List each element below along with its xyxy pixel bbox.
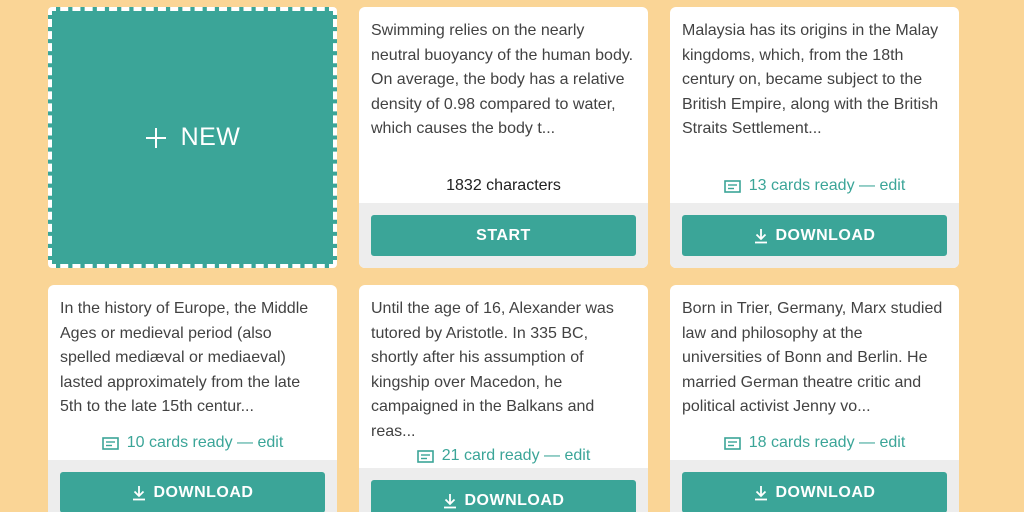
character-count: 1832 characters — [446, 177, 561, 194]
text-card: Until the age of 16, Alexander was tutor… — [359, 285, 648, 512]
card-text: In the history of Europe, the Middle Age… — [60, 300, 309, 415]
card-text: Swimming relies on the nearly neutral bu… — [371, 22, 634, 137]
cards-grid: NEW Swimming relies on the nearly neutra… — [0, 0, 1024, 512]
card-text: Malaysia has its origins in the Malay ki… — [682, 22, 939, 137]
start-button-label: START — [476, 226, 531, 244]
download-button[interactable]: DOWNLOAD — [371, 480, 636, 512]
text-card: Swimming relies on the nearly neutral bu… — [359, 7, 648, 268]
card-list-icon — [101, 436, 119, 450]
download-icon — [754, 228, 768, 244]
cards-ready-label: 18 cards ready — edit — [748, 434, 906, 451]
download-button-label: DOWNLOAD — [775, 483, 876, 501]
card-footer: DOWNLOAD — [670, 203, 959, 268]
card-meta: 1832 characters — [359, 169, 648, 203]
card-list-icon — [723, 179, 741, 193]
card-footer: DOWNLOAD — [48, 460, 337, 512]
download-icon — [754, 485, 768, 501]
download-button[interactable]: DOWNLOAD — [60, 472, 325, 512]
cards-ready-link[interactable]: 18 cards ready — edit — [670, 426, 959, 460]
download-button[interactable]: DOWNLOAD — [682, 472, 947, 512]
cards-ready-link[interactable]: 21 card ready — edit — [359, 444, 648, 468]
download-button-label: DOWNLOAD — [464, 491, 565, 509]
card-text: Until the age of 16, Alexander was tutor… — [371, 300, 614, 440]
card-text: Born in Trier, Germany, Marx studied law… — [682, 300, 943, 415]
text-card: Malaysia has its origins in the Malay ki… — [670, 7, 959, 268]
download-button-label: DOWNLOAD — [775, 226, 876, 244]
card-footer: DOWNLOAD — [670, 460, 959, 512]
download-icon — [132, 485, 146, 501]
card-list-icon — [416, 449, 434, 463]
cards-ready-link[interactable]: 13 cards ready — edit — [670, 169, 959, 203]
cards-ready-label: 13 cards ready — edit — [748, 177, 906, 194]
new-card-label: NEW — [180, 123, 241, 151]
download-icon — [443, 493, 457, 509]
plus-icon — [145, 127, 167, 149]
cards-ready-label: 21 card ready — edit — [441, 447, 591, 464]
download-button[interactable]: DOWNLOAD — [682, 215, 947, 256]
card-footer: START — [359, 203, 648, 268]
card-list-icon — [723, 436, 741, 450]
text-card: Born in Trier, Germany, Marx studied law… — [670, 285, 959, 512]
download-button-label: DOWNLOAD — [153, 483, 254, 501]
card-footer: DOWNLOAD — [359, 468, 648, 512]
start-button[interactable]: START — [371, 215, 636, 256]
new-card-button[interactable]: NEW — [48, 7, 337, 268]
cards-ready-label: 10 cards ready — edit — [126, 434, 284, 451]
text-card: In the history of Europe, the Middle Age… — [48, 285, 337, 512]
cards-ready-link[interactable]: 10 cards ready — edit — [48, 426, 337, 460]
